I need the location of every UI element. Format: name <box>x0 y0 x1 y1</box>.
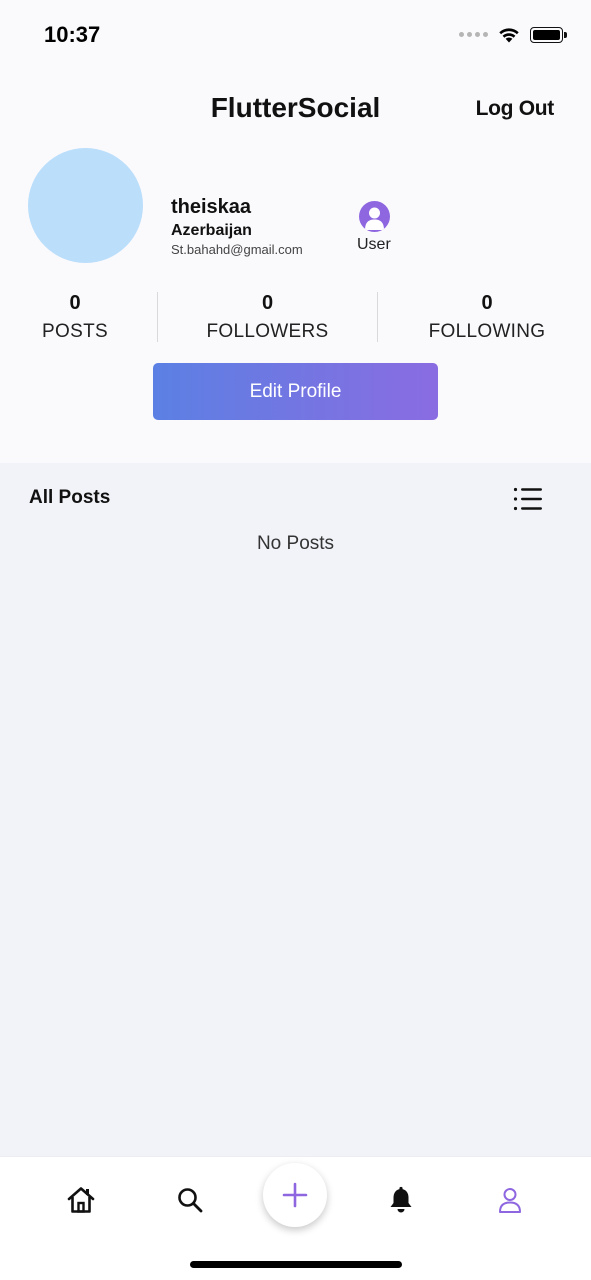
all-posts-title: All Posts <box>29 487 111 508</box>
stat-following-value: 0 <box>481 292 493 314</box>
stat-following[interactable]: 0 FOLLOWING <box>418 292 556 343</box>
home-icon[interactable] <box>66 1185 96 1215</box>
stat-following-label: FOLLOWING <box>428 321 546 342</box>
bottom-navigation <box>0 1156 591 1280</box>
stat-divider <box>377 292 378 342</box>
status-time: 10:37 <box>44 22 101 47</box>
status-icons <box>459 26 567 43</box>
bell-icon[interactable] <box>386 1185 416 1215</box>
stat-divider <box>157 292 158 342</box>
profile-icon[interactable] <box>495 1185 525 1215</box>
avatar[interactable] <box>28 148 143 263</box>
profile-country: Azerbaijan <box>171 222 252 239</box>
search-icon[interactable] <box>175 1185 205 1215</box>
add-post-button[interactable] <box>263 1163 327 1227</box>
add-icon <box>282 1182 308 1208</box>
stat-posts[interactable]: 0 POSTS <box>28 292 122 343</box>
edit-profile-button[interactable]: Edit Profile <box>153 363 438 420</box>
stat-posts-value: 0 <box>69 292 81 314</box>
wifi-icon <box>499 28 519 43</box>
empty-posts-message: No Posts <box>256 533 335 554</box>
profile-username: theiskaa <box>171 196 252 218</box>
list-view-icon[interactable] <box>513 487 543 511</box>
battery-icon <box>530 26 567 43</box>
signal-icon <box>459 32 488 37</box>
home-indicator <box>190 1261 402 1268</box>
status-bar: 10:37 <box>0 0 591 70</box>
user-role-icon <box>359 201 390 232</box>
stat-followers[interactable]: 0 FOLLOWERS <box>195 292 340 343</box>
logout-button[interactable]: Log Out <box>476 97 555 121</box>
stat-followers-value: 0 <box>261 292 274 314</box>
user-role-label: User <box>357 236 391 253</box>
stat-posts-label: POSTS <box>42 321 108 342</box>
profile-email: St.bahahd@gmail.com <box>171 242 303 257</box>
stat-followers-label: FOLLOWERS <box>206 321 329 342</box>
